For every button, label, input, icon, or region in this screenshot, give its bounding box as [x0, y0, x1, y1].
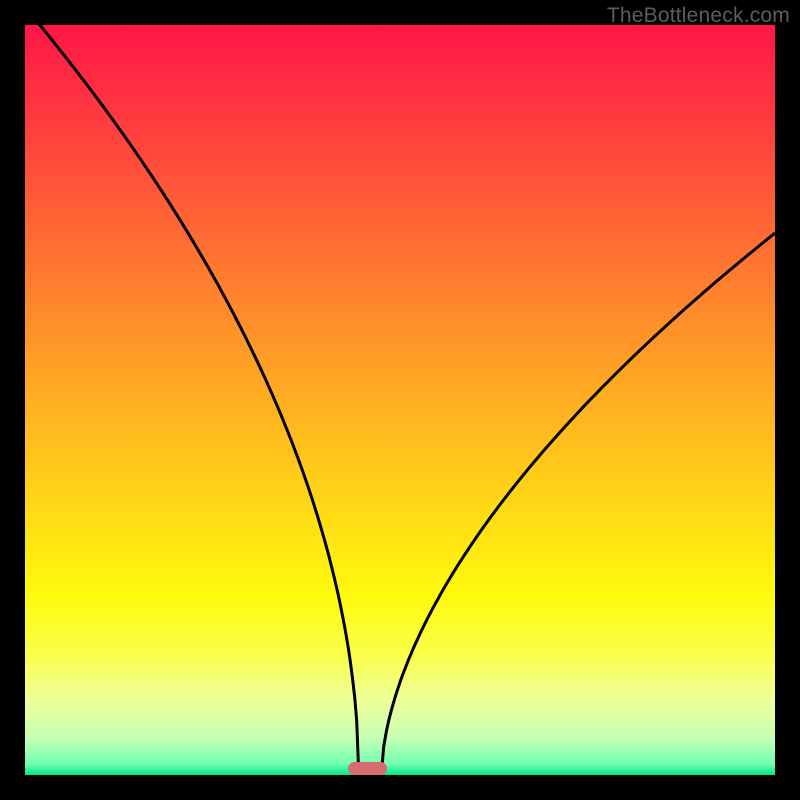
curve-left	[33, 25, 359, 775]
bottleneck-curves	[25, 25, 775, 775]
curve-right	[381, 233, 775, 775]
bottleneck-marker	[348, 762, 387, 776]
chart-frame: TheBottleneck.com	[0, 0, 800, 800]
plot-area	[25, 25, 775, 775]
watermark: TheBottleneck.com	[607, 4, 790, 28]
